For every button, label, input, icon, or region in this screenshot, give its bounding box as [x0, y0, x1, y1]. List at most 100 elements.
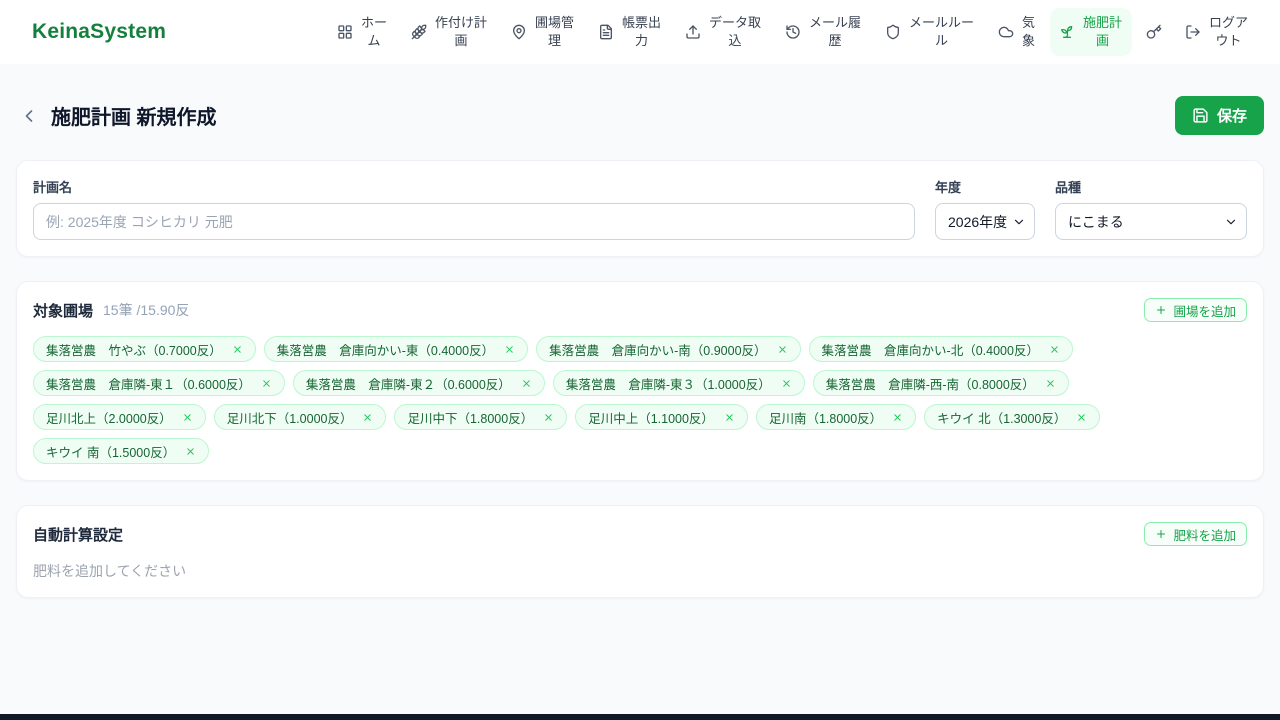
nav-item-label: ログアウト	[1208, 15, 1248, 48]
remove-field-button[interactable]	[521, 378, 532, 389]
shield-icon	[885, 24, 901, 40]
field-chip: キウイ 北（1.3000反）	[924, 404, 1101, 430]
nav-item-label: 施肥計画	[1082, 15, 1122, 48]
main-content: 施肥計画 新規作成 保存 計画名 年度 2026年度 品種 にこまる	[0, 96, 1280, 598]
remove-field-button[interactable]	[362, 412, 373, 423]
nav-item[interactable]: ホーム	[328, 8, 397, 55]
chevron-left-icon	[19, 106, 39, 126]
plus-icon	[1155, 304, 1167, 316]
nav-item[interactable]: 気象	[989, 8, 1045, 55]
main-nav: ホーム 作付け計画 圃場管理 帳票出力 データ取込 メール履歴 メールルール 気…	[328, 8, 1258, 56]
field-chip: 集落営農 倉庫隣-東３（1.0000反）	[552, 370, 805, 396]
field-chip-list: 集落営農 竹やぶ（0.7000反） 集落営農 倉庫向かい-東（0.4000反） …	[33, 336, 1247, 464]
back-button[interactable]	[16, 103, 42, 129]
field-chip-label: 集落営農 竹やぶ（0.7000反）	[46, 343, 222, 358]
nav-item[interactable]: 帳票出力	[589, 8, 671, 55]
plan-name-group: 計画名	[33, 177, 915, 240]
variety-select[interactable]: にこまる	[1055, 203, 1247, 240]
close-icon	[362, 412, 373, 423]
remove-field-button[interactable]	[781, 378, 792, 389]
target-fields-summary: 15筆 /15.90反	[103, 302, 190, 318]
wheat-icon	[411, 24, 427, 40]
remove-field-button[interactable]	[1049, 344, 1060, 355]
remove-field-button[interactable]	[182, 412, 193, 423]
save-button[interactable]: 保存	[1174, 96, 1264, 135]
remove-field-button[interactable]	[185, 446, 196, 457]
cloud-icon	[998, 24, 1014, 40]
close-icon	[543, 412, 554, 423]
remove-field-button[interactable]	[724, 412, 735, 423]
upload-icon	[685, 24, 701, 40]
nav-item-label: ホーム	[360, 15, 387, 48]
close-icon	[182, 412, 193, 423]
year-label: 年度	[935, 180, 962, 195]
field-chip-label: 集落営農 倉庫向かい-東（0.4000反）	[276, 343, 495, 358]
field-chip: 集落営農 倉庫隣-西-南（0.8000反）	[812, 370, 1069, 396]
field-chip: 集落営農 倉庫向かい-東（0.4000反）	[263, 336, 529, 362]
add-fertilizer-button-label: 肥料を追加	[1173, 528, 1236, 543]
logout-icon	[1185, 24, 1201, 40]
variety-group: 品種 にこまる	[1055, 177, 1247, 240]
field-chip-label: 足川北下（1.0000反）	[226, 411, 353, 426]
plan-form-card: 計画名 年度 2026年度 品種 にこまる	[16, 160, 1264, 257]
field-chip: 足川北上（2.0000反）	[33, 404, 206, 430]
close-icon	[781, 378, 792, 389]
field-chip: 集落営農 倉庫向かい-南（0.9000反）	[536, 336, 801, 362]
remove-field-button[interactable]	[1045, 378, 1056, 389]
nav-item[interactable]: メール履歴	[776, 8, 871, 55]
document-icon	[598, 24, 614, 40]
field-chip-label: 足川南（1.8000反）	[768, 411, 883, 426]
variety-select-wrap: にこまる	[1055, 203, 1247, 240]
field-chip: 集落営農 倉庫隣-東２（0.6000反）	[292, 370, 545, 396]
plan-name-label: 計画名	[33, 180, 73, 195]
nav-item[interactable]: データ取込	[676, 8, 771, 55]
remove-field-button[interactable]	[892, 412, 903, 423]
nav-item[interactable]: 作付け計画	[402, 8, 497, 55]
close-icon	[504, 344, 515, 355]
field-chip-label: キウイ 南（1.5000反）	[46, 445, 176, 460]
page-title-row: 施肥計画 新規作成 保存	[16, 96, 1264, 135]
target-fields-title: 対象圃場	[33, 302, 94, 320]
close-icon	[1076, 412, 1087, 423]
remove-field-button[interactable]	[261, 378, 272, 389]
close-icon	[185, 446, 196, 457]
grid-icon	[337, 24, 353, 40]
target-fields-card: 対象圃場 15筆 /15.90反 圃場を追加 集落営農 竹やぶ（0.7000反）…	[16, 281, 1264, 481]
close-icon	[1045, 378, 1056, 389]
nav-item-label: 帳票出力	[621, 15, 661, 48]
nav-item[interactable]: 圃場管理	[502, 8, 584, 55]
field-chip-label: 集落営農 倉庫隣-東２（0.6000反）	[305, 377, 511, 392]
field-chip-label: 集落営農 倉庫隣-東１（0.6000反）	[46, 377, 251, 392]
field-chip-label: キウイ 北（1.3000反）	[937, 411, 1067, 426]
nav-item-label: 気象	[1021, 15, 1035, 48]
close-icon	[777, 344, 788, 355]
remove-field-button[interactable]	[1076, 412, 1087, 423]
remove-field-button[interactable]	[232, 344, 243, 355]
nav-item[interactable]: ログアウト	[1176, 8, 1258, 55]
auto-calc-empty-text: 肥料を追加してください	[33, 563, 187, 579]
nav-item-label: 圃場管理	[534, 15, 574, 48]
plan-name-input[interactable]	[33, 203, 915, 240]
nav-item[interactable]: メールルール	[876, 8, 984, 55]
nav-item[interactable]	[1137, 18, 1171, 46]
add-field-button[interactable]: 圃場を追加	[1144, 298, 1247, 322]
field-chip: 足川中上（1.1000反）	[575, 404, 748, 430]
add-fertilizer-button[interactable]: 肥料を追加	[1144, 522, 1247, 546]
close-icon	[232, 344, 243, 355]
history-icon	[785, 24, 801, 40]
nav-item[interactable]: 施肥計画	[1050, 8, 1132, 56]
field-chip: 集落営農 竹やぶ（0.7000反）	[33, 336, 256, 362]
remove-field-button[interactable]	[777, 344, 788, 355]
field-chip-label: 集落営農 倉庫隣-東３（1.0000反）	[565, 377, 771, 392]
close-icon	[261, 378, 272, 389]
save-icon	[1192, 107, 1209, 124]
remove-field-button[interactable]	[543, 412, 554, 423]
year-select[interactable]: 2026年度	[935, 203, 1035, 240]
field-chip: 足川中下（1.8000反）	[394, 404, 568, 430]
field-chip-label: 足川北上（2.0000反）	[46, 411, 172, 426]
field-chip-label: 足川中下（1.8000反）	[407, 411, 534, 426]
field-chip: 足川北下（1.0000反）	[213, 404, 387, 430]
field-chip: 集落営農 倉庫向かい-北（0.4000反）	[808, 336, 1073, 362]
remove-field-button[interactable]	[504, 344, 515, 355]
field-chip: 集落営農 倉庫隣-東１（0.6000反）	[33, 370, 285, 396]
